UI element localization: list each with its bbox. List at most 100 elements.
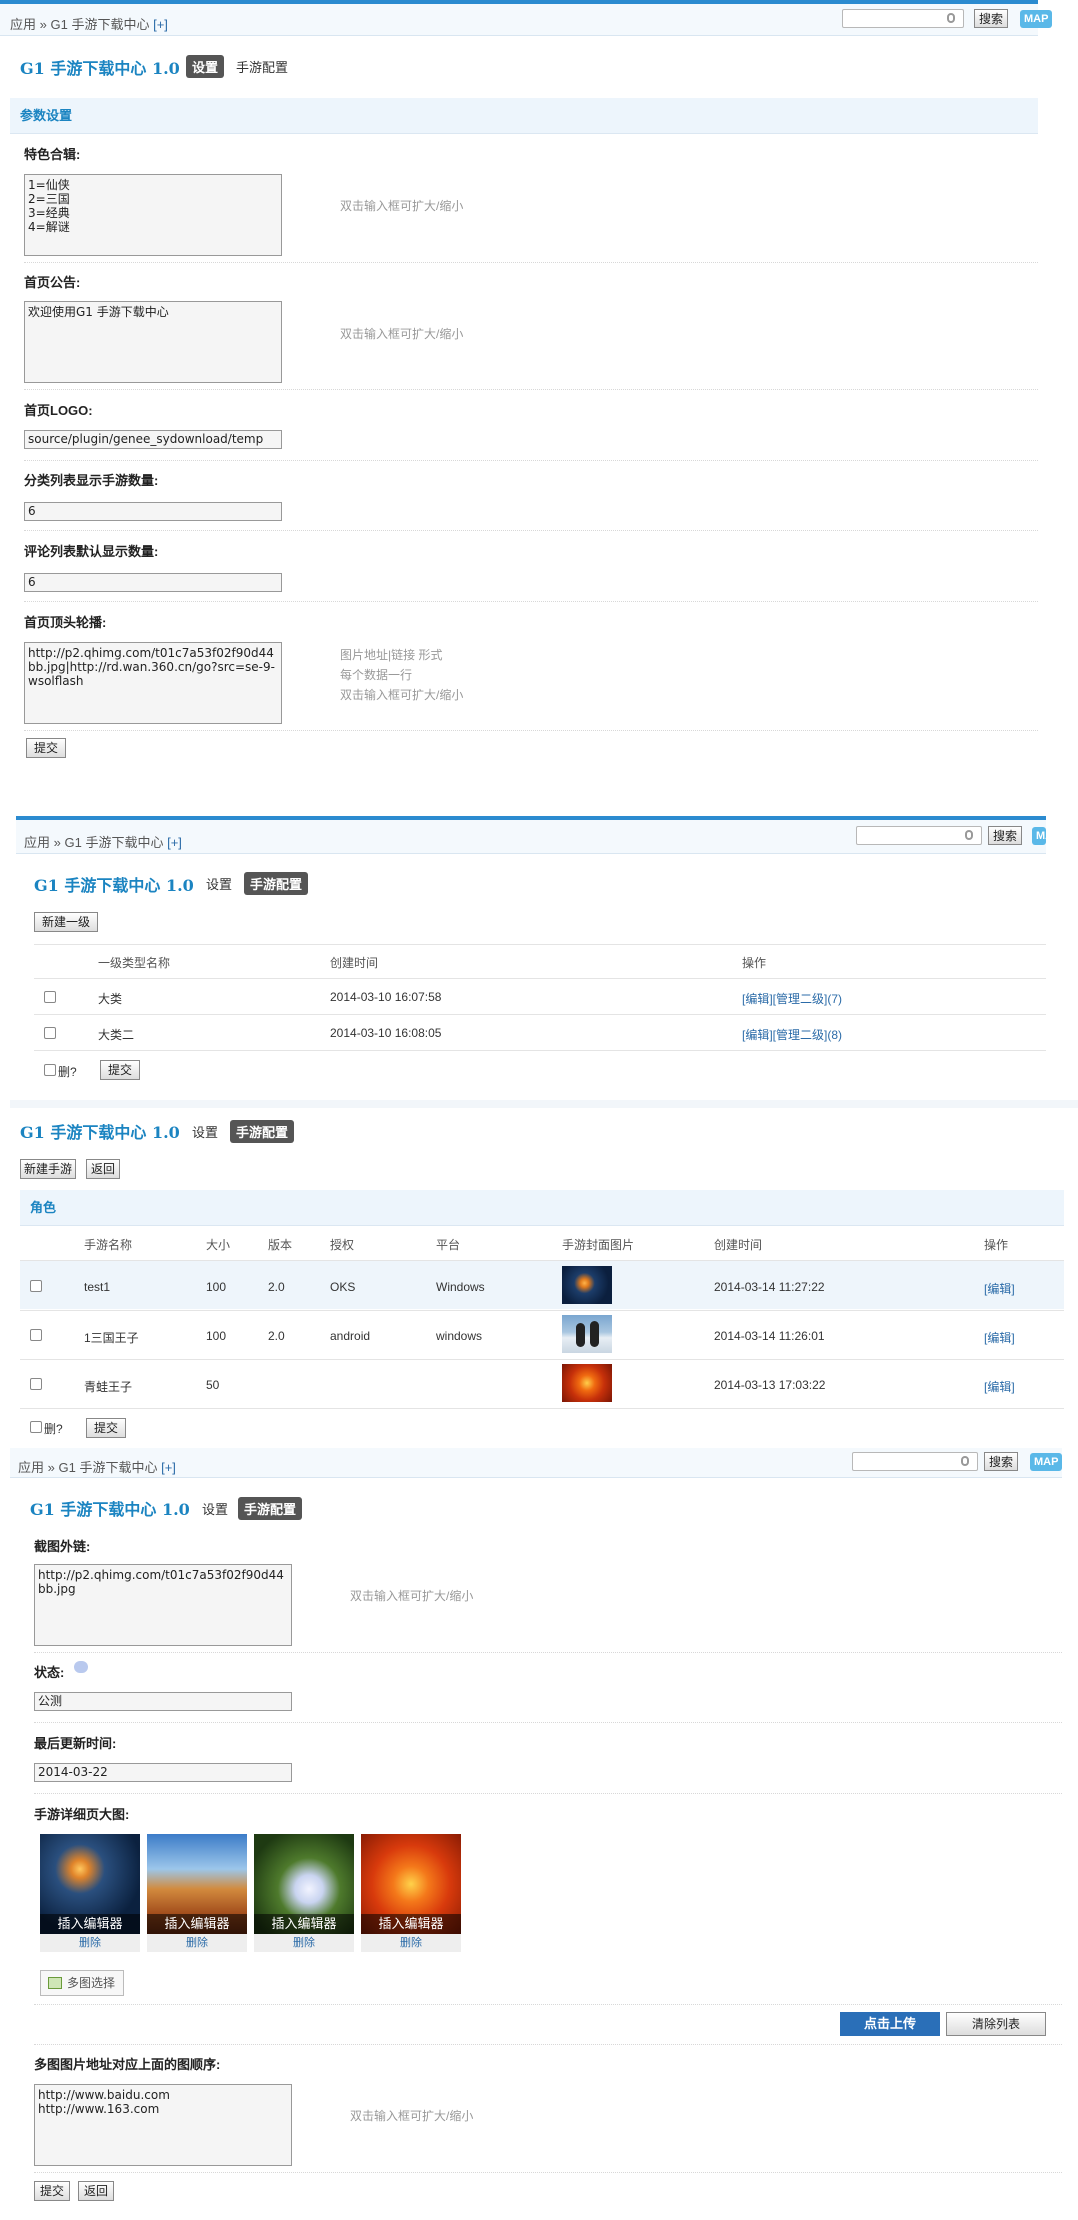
- divider: [24, 262, 1038, 263]
- category-ops-link[interactable]: [编辑][管理二级](7): [742, 990, 842, 1007]
- notice-textarea[interactable]: 欢迎使用G1 手游下载中心: [24, 301, 282, 383]
- multi-select-label: 多图选择: [67, 1976, 116, 1990]
- insert-editor-button[interactable]: 插入编辑器: [361, 1914, 461, 1934]
- back-button[interactable]: 返回: [86, 1159, 121, 1179]
- delete-image-link[interactable]: 删除: [40, 1934, 140, 1952]
- cover-image: [562, 1315, 612, 1353]
- multi-select-button[interactable]: 多图选择: [40, 1970, 124, 1996]
- search-button[interactable]: 搜索: [984, 1452, 1019, 1471]
- search-button[interactable]: 搜索: [988, 826, 1023, 845]
- row-checkbox[interactable]: [30, 1280, 42, 1292]
- logo-input[interactable]: source/plugin/genee_sydownload/temp: [24, 430, 282, 449]
- image-icon: [48, 1977, 62, 1989]
- breadcrumb-current[interactable]: G1 手游下载中心: [59, 1460, 158, 1475]
- col-header-ops: 操作: [742, 956, 767, 970]
- insert-editor-button[interactable]: 插入编辑器: [147, 1914, 247, 1934]
- clear-list-button[interactable]: 清除列表: [946, 2012, 1046, 2036]
- game-size: 50: [206, 1378, 220, 1392]
- breadcrumb-app[interactable]: 应用: [10, 17, 36, 32]
- cover-image: [562, 1266, 612, 1304]
- tab-settings[interactable]: 设置: [200, 872, 238, 895]
- delete-all-checkbox[interactable]: [30, 1421, 42, 1433]
- microphone-icon[interactable]: [961, 1456, 969, 1466]
- panel-separator: [10, 1100, 1078, 1108]
- back-button[interactable]: 返回: [78, 2181, 115, 2201]
- delete-image-link[interactable]: 删除: [147, 1934, 247, 1952]
- gallery-item: 插入编辑器 删除: [147, 1834, 247, 1952]
- delete-image-link[interactable]: 删除: [254, 1934, 354, 1952]
- upload-button[interactable]: 点击上传: [840, 2012, 940, 2036]
- game-time: 2014-03-14 11:26:01: [714, 1329, 825, 1343]
- breadcrumb: 应用 » G1 手游下载中心 [+]: [18, 1457, 176, 1476]
- game-name: 1三国王子: [84, 1331, 139, 1345]
- comment-count-input[interactable]: 6: [24, 573, 282, 592]
- breadcrumb-app[interactable]: 应用: [18, 1460, 44, 1475]
- game-version: 2.0: [268, 1329, 285, 1343]
- tab-config[interactable]: 手游配置: [230, 55, 294, 78]
- edit-link[interactable]: [编辑]: [984, 1378, 1015, 1395]
- row-checkbox[interactable]: [30, 1378, 42, 1390]
- feature-collection-textarea[interactable]: 1=仙侠 2=三国 3=经典 4=解谜: [24, 174, 282, 256]
- status-input[interactable]: 公测: [34, 1692, 292, 1711]
- row-checkbox[interactable]: [44, 991, 56, 1003]
- category-count-input[interactable]: 6: [24, 502, 282, 521]
- tab-config[interactable]: 手游配置: [244, 872, 309, 895]
- category-ops-link[interactable]: [编辑][管理二级](8): [742, 1026, 842, 1043]
- col-header: 手游名称: [84, 1238, 133, 1252]
- col-header: 操作: [984, 1238, 1009, 1252]
- breadcrumb-add[interactable]: [+]: [167, 835, 182, 850]
- microphone-icon[interactable]: [965, 830, 973, 840]
- update-time-input[interactable]: 2014-03-22: [34, 1763, 292, 1782]
- row-checkbox[interactable]: [44, 1027, 56, 1039]
- delete-image-link[interactable]: 删除: [361, 1934, 461, 1952]
- field-label: 首页顶头轮播:: [24, 615, 107, 630]
- map-tag[interactable]: MAP: [1032, 827, 1046, 845]
- col-header: 大小: [206, 1238, 231, 1252]
- table-row: [20, 1261, 1064, 1309]
- search-input[interactable]: [856, 826, 982, 845]
- image-links-textarea[interactable]: http://www.baidu.com http://www.163.com: [34, 2084, 292, 2166]
- field-label: 特色合辑:: [24, 147, 81, 162]
- submit-button[interactable]: 提交: [100, 1060, 141, 1080]
- new-game-button[interactable]: 新建手游: [20, 1159, 77, 1179]
- delete-all-checkbox[interactable]: [44, 1064, 56, 1076]
- tab-config[interactable]: 手游配置: [230, 1120, 295, 1143]
- hint-text: 每个数据一行: [340, 668, 413, 682]
- insert-editor-button[interactable]: 插入编辑器: [254, 1914, 354, 1934]
- breadcrumb-add[interactable]: [+]: [161, 1460, 176, 1475]
- breadcrumb-add[interactable]: [+]: [153, 17, 168, 32]
- tab-config[interactable]: 手游配置: [238, 1497, 303, 1520]
- submit-button[interactable]: 提交: [34, 2181, 71, 2201]
- row-checkbox[interactable]: [30, 1329, 42, 1341]
- banner-textarea[interactable]: http://p2.qhimg.com/t01c7a53f02f90d44bb.…: [24, 642, 282, 724]
- new-level1-button[interactable]: 新建一级: [34, 912, 99, 932]
- breadcrumb-current[interactable]: G1 手游下载中心: [65, 835, 164, 850]
- search-input[interactable]: [842, 9, 964, 28]
- gallery-image: 插入编辑器: [361, 1834, 461, 1934]
- game-license: android: [330, 1329, 371, 1343]
- table-border: [34, 1014, 1046, 1015]
- map-tag[interactable]: MAP: [1020, 10, 1053, 28]
- game-platform: Windows: [436, 1280, 485, 1294]
- tab-settings[interactable]: 设置: [186, 55, 225, 78]
- map-tag[interactable]: MAP: [1030, 1453, 1063, 1471]
- hint-text: 双击输入框可扩大/缩小: [350, 2109, 474, 2123]
- edit-link[interactable]: [编辑]: [984, 1329, 1015, 1346]
- col-header-time: 创建时间: [330, 956, 379, 970]
- tab-settings[interactable]: 设置: [196, 1497, 234, 1520]
- search-button[interactable]: 搜索: [974, 9, 1009, 28]
- help-bubble-icon[interactable]: [74, 1661, 88, 1673]
- edit-link[interactable]: [编辑]: [984, 1280, 1015, 1297]
- breadcrumb-current[interactable]: G1 手游下载中心: [51, 17, 150, 32]
- insert-editor-button[interactable]: 插入编辑器: [40, 1914, 140, 1934]
- divider: [34, 1793, 1062, 1794]
- breadcrumb-app[interactable]: 应用: [24, 835, 50, 850]
- microphone-icon[interactable]: [947, 13, 955, 23]
- search-input[interactable]: [852, 1452, 978, 1471]
- screenshot-url-textarea[interactable]: http://p2.qhimg.com/t01c7a53f02f90d44bb.…: [34, 1564, 292, 1646]
- tab-settings[interactable]: 设置: [186, 1120, 224, 1143]
- submit-button[interactable]: 提交: [86, 1418, 127, 1438]
- game-version: 2.0: [268, 1280, 285, 1294]
- submit-button[interactable]: 提交: [26, 738, 67, 758]
- col-header: 平台: [436, 1238, 461, 1252]
